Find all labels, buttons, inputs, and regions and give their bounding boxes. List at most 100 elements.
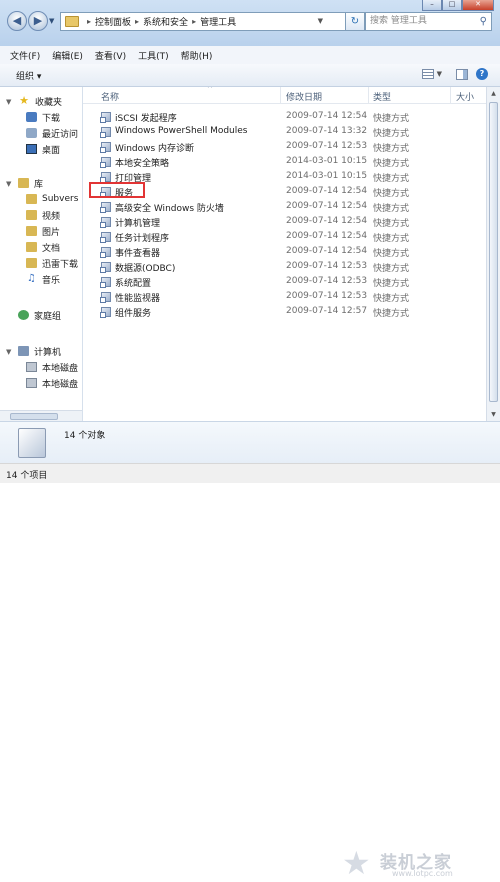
file-row[interactable]: Windows 内存诊断 2009-07-14 12:53 快捷方式: [83, 140, 483, 154]
nav-label: 库: [34, 179, 44, 190]
file-row[interactable]: 任务计划程序 2009-07-14 12:54 快捷方式: [83, 230, 483, 244]
column-size[interactable]: 大小: [456, 90, 474, 103]
address-dropdown-icon[interactable]: ▼: [318, 17, 323, 25]
file-type: 快捷方式: [373, 159, 410, 169]
file-name: Windows 内存诊断: [115, 144, 195, 154]
nav-label: 图片: [42, 227, 61, 238]
column-name[interactable]: 名称: [101, 90, 119, 103]
expand-arrow-icon[interactable]: ▼: [6, 180, 11, 188]
nav-label: 收藏夹: [35, 97, 63, 108]
file-date: 2009-07-14 12:54: [286, 186, 368, 196]
close-button[interactable]: ✕: [462, 0, 494, 11]
scroll-down-icon[interactable]: ▼: [487, 408, 500, 421]
column-divider[interactable]: [450, 87, 451, 103]
shortcut-icon: [100, 172, 111, 183]
forward-icon[interactable]: ▶: [28, 11, 48, 31]
file-date: 2009-07-14 12:54: [286, 216, 368, 226]
menu-file[interactable]: 文件(F): [10, 49, 40, 62]
nav-favorites[interactable]: ★ 收藏夹: [18, 94, 62, 108]
file-type: 快捷方式: [373, 264, 410, 274]
nav-desktop[interactable]: 桌面: [26, 142, 60, 156]
services-highlight-box: [89, 182, 145, 198]
file-row[interactable]: Windows PowerShell Modules 2009-07-14 13:…: [83, 125, 483, 139]
view-dropdown-icon[interactable]: ▼: [437, 70, 442, 78]
breadcrumb-system-security[interactable]: 系统和安全: [143, 15, 188, 28]
help-icon[interactable]: ?: [476, 68, 488, 80]
file-row[interactable]: 高级安全 Windows 防火墙 2009-07-14 12:54 快捷方式: [83, 200, 483, 214]
expand-arrow-icon[interactable]: ▼: [6, 348, 11, 356]
file-row[interactable]: 数据源(ODBC) 2009-07-14 12:53 快捷方式: [83, 260, 483, 274]
nav-homegroup[interactable]: 家庭组: [18, 308, 61, 322]
shortcut-icon: [100, 247, 111, 258]
menu-bar: 文件(F) 编辑(E) 查看(V) 工具(T) 帮助(H): [0, 46, 500, 65]
nav-lib-pictures[interactable]: 图片: [26, 224, 60, 238]
shortcut-icon: [100, 217, 111, 228]
nav-drive-c[interactable]: 本地磁盘: [26, 360, 78, 374]
shortcut-icon: [100, 127, 111, 138]
search-icon[interactable]: ⚲: [480, 13, 487, 30]
nav-lib-documents[interactable]: 文档: [26, 240, 60, 254]
nav-lib-music[interactable]: ♫ 音乐: [26, 272, 60, 286]
breadcrumb-control-panel[interactable]: 控制面板: [95, 15, 131, 28]
menu-tools[interactable]: 工具(T): [138, 49, 169, 62]
column-type[interactable]: 类型: [373, 90, 391, 103]
nav-lib-thunder[interactable]: 迅雷下载: [26, 256, 78, 270]
scroll-up-icon[interactable]: ▲: [487, 87, 500, 100]
status-bar: 14 个项目: [0, 463, 500, 483]
minimize-button[interactable]: –: [422, 0, 442, 11]
star-icon: ★: [19, 94, 29, 107]
file-row[interactable]: 本地安全策略 2014-03-01 10:15 快捷方式: [83, 155, 483, 169]
refresh-icon[interactable]: ↻: [346, 12, 365, 31]
nav-recent[interactable]: 最近访问: [26, 126, 78, 140]
file-row[interactable]: 系统配置 2009-07-14 12:53 快捷方式: [83, 275, 483, 289]
nav-libraries[interactable]: 库: [18, 176, 43, 190]
search-input[interactable]: 搜索 管理工具 ⚲: [365, 12, 492, 31]
organize-button[interactable]: 组织 ▾: [16, 69, 41, 82]
nav-computer[interactable]: 计算机: [18, 344, 61, 358]
scroll-thumb[interactable]: [10, 413, 58, 420]
file-date: 2009-07-14 12:54: [286, 231, 368, 241]
nav-label: 桌面: [42, 145, 61, 156]
file-date: 2009-07-14 13:32: [286, 126, 368, 136]
column-divider[interactable]: [368, 87, 369, 103]
back-icon[interactable]: ◀: [7, 11, 27, 31]
nav-lib-subversion[interactable]: Subvers: [26, 192, 78, 206]
breadcrumb-separator-icon[interactable]: ▸: [135, 17, 139, 26]
details-pane: 14 个对象 ★ 装机之家 www.lotpc.com: [0, 421, 500, 880]
menu-help[interactable]: 帮助(H): [181, 49, 213, 62]
maximize-button[interactable]: □: [442, 0, 462, 11]
breadcrumb-separator-icon[interactable]: ▸: [192, 17, 196, 26]
file-list: 名称 ^ 修改日期 类型 大小 iSCSI 发起程序 2009-07-14 12:…: [83, 87, 487, 421]
vertical-scrollbar[interactable]: ▲ ▼: [486, 87, 500, 421]
nav-drive-d[interactable]: 本地磁盘: [26, 376, 78, 390]
breadcrumb-admin-tools[interactable]: 管理工具: [200, 15, 236, 28]
file-type: 快捷方式: [373, 114, 410, 124]
nav-lib-videos[interactable]: 视频: [26, 208, 60, 222]
nav-label: 最近访问: [42, 129, 79, 140]
document-library-icon: [26, 242, 37, 252]
change-view-icon[interactable]: [421, 69, 434, 79]
search-placeholder: 搜索 管理工具: [370, 16, 427, 26]
address-bar[interactable]: ▸ 控制面板 ▸ 系统和安全 ▸ 管理工具 ▼: [60, 12, 346, 31]
file-row[interactable]: 事件查看器 2009-07-14 12:54 快捷方式: [83, 245, 483, 259]
folder-icon: [26, 258, 37, 268]
file-row[interactable]: iSCSI 发起程序 2009-07-14 12:54 快捷方式: [83, 110, 483, 124]
expand-arrow-icon[interactable]: ▼: [6, 98, 11, 106]
status-text: 14 个项目: [6, 471, 48, 481]
menu-edit[interactable]: 编辑(E): [52, 49, 83, 62]
file-row[interactable]: 计算机管理 2009-07-14 12:54 快捷方式: [83, 215, 483, 229]
file-row[interactable]: 性能监视器 2009-07-14 12:53 快捷方式: [83, 290, 483, 304]
column-date[interactable]: 修改日期: [286, 90, 322, 103]
preview-pane-icon[interactable]: [456, 68, 468, 80]
nav-downloads[interactable]: 下载: [26, 110, 60, 124]
watermark: ★ 装机之家 www.lotpc.com: [342, 846, 492, 882]
history-dropdown-icon[interactable]: ▼: [49, 17, 54, 25]
column-divider[interactable]: [280, 87, 281, 103]
menu-view[interactable]: 查看(V): [95, 49, 126, 62]
sort-arrow-icon: ^: [207, 87, 213, 93]
file-name: 计算机管理: [115, 219, 161, 229]
scroll-thumb[interactable]: [489, 102, 498, 402]
file-type: 快捷方式: [373, 144, 410, 154]
computer-icon: [18, 346, 29, 356]
file-row[interactable]: 组件服务 2009-07-14 12:57 快捷方式: [83, 305, 483, 319]
